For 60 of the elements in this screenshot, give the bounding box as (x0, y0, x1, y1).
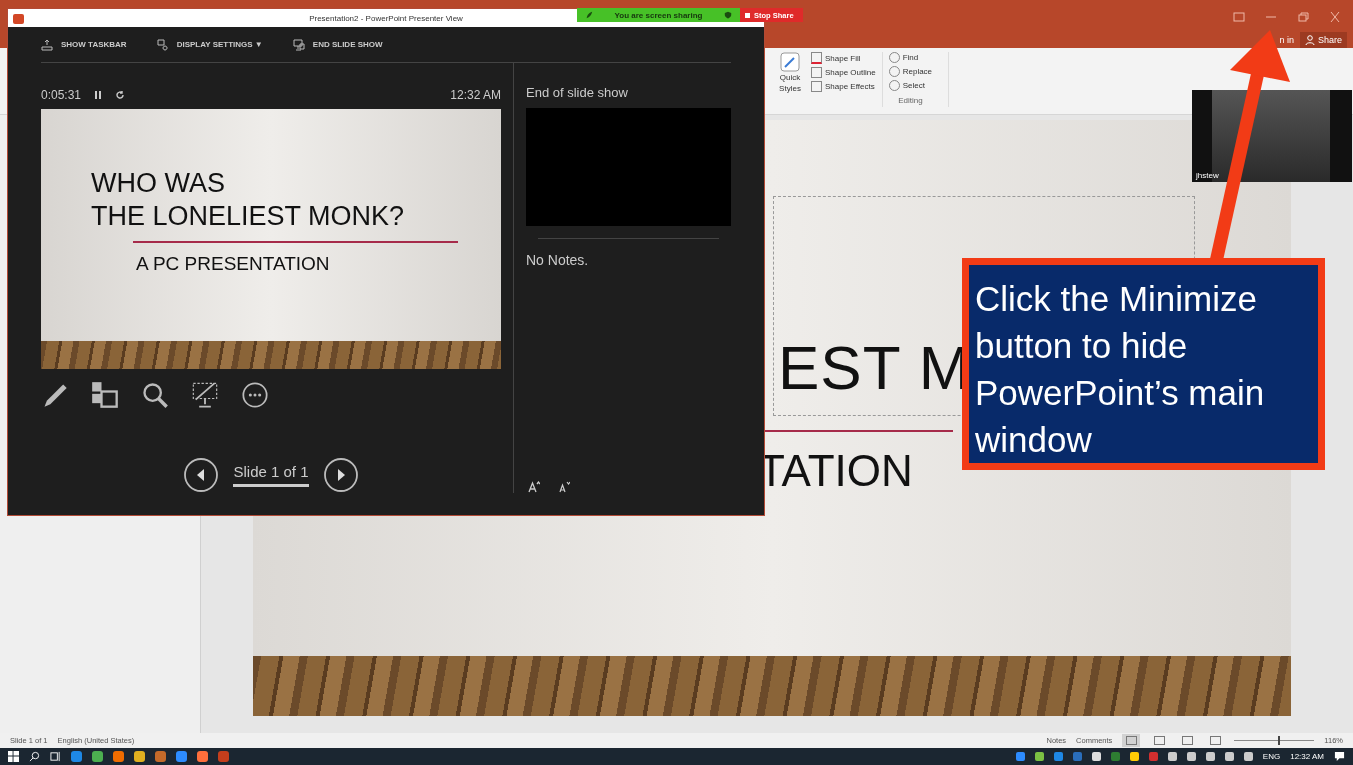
toolbar-icon (156, 38, 169, 51)
sharing-status: You are screen sharing (613, 10, 704, 20)
ribbon-command[interactable]: Shape Fill (811, 52, 876, 64)
app-icon[interactable] (113, 751, 124, 762)
shield-icon (724, 11, 732, 19)
app-icon[interactable] (218, 751, 229, 762)
slide-title-line: THE LONELIEST MONK? (91, 200, 406, 233)
slide-subtitle: A PC PRESENTATION (136, 253, 331, 275)
ribbon-command[interactable]: Shape Effects (811, 81, 876, 92)
more-options-icon[interactable] (241, 381, 269, 409)
callout-text: Click the Minimize button to hide PowerPoint’s main window (962, 258, 1325, 470)
windows-start-icon[interactable] (8, 751, 19, 762)
pause-icon[interactable] (93, 89, 104, 100)
app-icon[interactable] (176, 751, 187, 762)
decrease-font-icon[interactable] (558, 481, 570, 493)
app-icon[interactable] (134, 751, 145, 762)
task-view-icon[interactable] (50, 751, 61, 762)
quick-styles-icon[interactable] (780, 52, 800, 72)
notification-icon[interactable] (1334, 751, 1345, 762)
toolbar-icon (41, 38, 53, 51)
elapsed-timer: 0:05:31 (41, 87, 82, 102)
close-icon[interactable] (1329, 12, 1341, 22)
increase-font-icon[interactable] (528, 481, 540, 493)
speaker-notes: No Notes. (526, 252, 590, 268)
search-icon[interactable] (29, 751, 40, 762)
leaf-icon (585, 11, 593, 19)
ribbon-command[interactable]: Find (888, 52, 933, 63)
ribbon-command[interactable]: Replace (888, 66, 933, 77)
view-button[interactable] (1122, 734, 1141, 747)
slide-subtitle: TATION (758, 446, 913, 496)
toolbar-button[interactable]: SHOW TASKBAR (41, 38, 127, 51)
clock[interactable]: 12:32 AM (1290, 752, 1324, 761)
person-icon (1304, 35, 1315, 45)
language-indicator[interactable]: ENG (1262, 752, 1281, 761)
next-slide-label: End of slide show (526, 84, 629, 100)
app-icon[interactable] (71, 751, 82, 762)
toolbar-icon (292, 38, 305, 51)
slide-counter[interactable]: Slide 1 of 1 (233, 463, 309, 487)
clock: 12:32 AM (450, 87, 501, 102)
restart-icon[interactable] (115, 89, 126, 100)
slide-title-line: WHO WAS (91, 167, 226, 200)
group-label: Editing (897, 96, 924, 105)
screen-off-icon[interactable] (191, 381, 219, 409)
previous-slide-icon[interactable] (183, 457, 220, 493)
sign-in-link[interactable]: n in (1279, 35, 1294, 45)
ribbon-command[interactable]: Shape Outline (811, 67, 876, 78)
app-icon[interactable] (197, 751, 208, 762)
toolbar-button[interactable]: DISPLAY SETTINGS ▼ (156, 38, 263, 51)
slides-grid-icon[interactable] (91, 381, 119, 409)
share-button[interactable]: Share (1299, 32, 1347, 48)
zoom-icon[interactable] (141, 381, 169, 409)
participant-name: jhstew (1196, 171, 1219, 180)
ribbon-command[interactable]: Select (888, 80, 933, 91)
next-slide-icon[interactable] (322, 457, 359, 493)
app-icon[interactable] (155, 751, 166, 762)
quick-styles-label[interactable]: Quick Styles (779, 72, 801, 94)
powerpoint-logo-icon (13, 14, 24, 24)
app-icon[interactable] (92, 751, 103, 762)
window-title: Presentation2 - PowerPoint Presenter View (309, 13, 463, 23)
toolbar-button[interactable]: END SLIDE SHOW (292, 38, 383, 51)
